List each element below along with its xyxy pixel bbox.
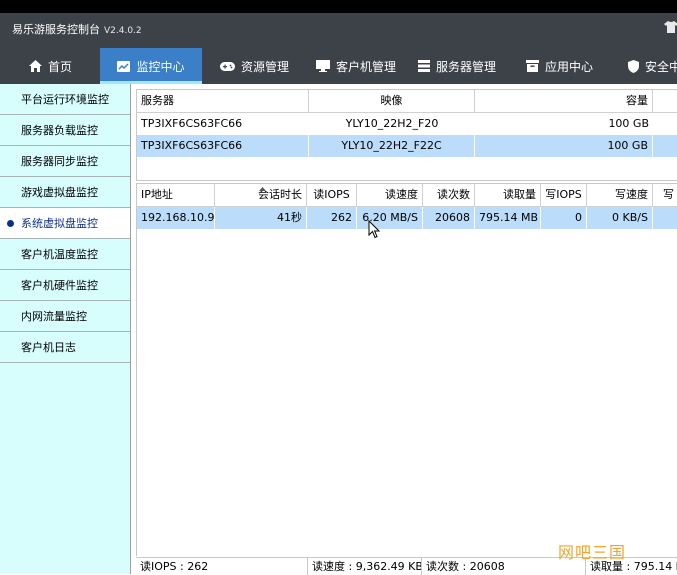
column-header-ip[interactable]: IP地址 [137,184,215,206]
nav-label: 资源管理 [241,59,290,74]
sidebar-item-game-vdisk[interactable]: 游戏虚拟盘监控 [0,177,130,208]
sidebar-item-label: 内网流量监控 [21,310,87,323]
nav-label: 安全中 [645,59,677,74]
app-name: 易乐游服务控制台 [12,23,100,36]
nav-label: 应用中心 [545,59,594,74]
image-cell: YLY10_22H2_F20 [345,117,439,130]
column-header-write-speed[interactable]: 写速度 [587,184,653,206]
app-header: 易乐游服务控制台 V2.4.0.2 首页 监控中心 资源管理 客户机管理 服务器管… [0,13,677,84]
nav-home[interactable]: 首页 [29,48,72,84]
sort-ascending-icon [259,187,266,191]
gamepad-icon [220,61,235,71]
column-header-write-iops[interactable]: 写IOPS [541,184,587,206]
shield-icon [628,59,639,73]
sidebar-item-label: 客户机日志 [21,341,76,354]
server-cell: TP3IXF6CS63FC66 [137,135,309,157]
server-cell: TP3IXF6CS63FC66 [141,117,243,130]
nav-monitor-center[interactable]: 监控中心 [100,48,202,84]
table-row[interactable]: 192.168.10.9 41秒 262 6.20 MB/S 20608 795… [137,207,677,229]
server-image-table: 服务器 映像 容量 TP3IXF6CS63FC66 YLY10_22H2_F20… [136,89,677,181]
sidebar-item-client-temperature[interactable]: 客户机温度监控 [0,239,130,270]
nav-label: 首页 [48,59,73,74]
main-nav: 首页 监控中心 资源管理 客户机管理 服务器管理 应用中心 安全中 [0,48,677,84]
home-icon [29,60,42,72]
table-row[interactable]: TP3IXF6CS63FC66 YLY10_22H2_F22C 100 GB [137,135,677,157]
nav-label: 服务器管理 [436,59,497,74]
sidebar-item-server-sync[interactable]: 服务器同步监控 [0,146,130,177]
column-header-duration[interactable]: 会话时长 [215,184,307,206]
status-read-iops: 读IOPS : 262 [136,558,308,575]
nav-app-center[interactable]: 应用中心 [526,48,593,84]
sidebar-item-label: 平台运行环境监控 [21,93,109,106]
nav-security-center[interactable]: 安全中 [628,48,677,84]
ip-cell: 192.168.10.9 [137,207,215,229]
read-speed-cell: 6.20 MB/S [357,207,423,229]
server-icon [418,60,430,72]
column-header-image[interactable]: 映像 [309,90,475,112]
table-header: 服务器 映像 容量 [137,90,677,113]
column-header-read-speed[interactable]: 读速度 [357,184,423,206]
desktop-icon [316,60,330,72]
nav-resource-management[interactable]: 资源管理 [220,48,289,84]
table-row[interactable]: TP3IXF6CS63FC66 YLY10_22H2_F20 100 GB [137,113,677,135]
sidebar-item-label: 服务器负载监控 [21,124,98,137]
sidebar-item-client-hardware[interactable]: 客户机硬件监控 [0,270,130,301]
capacity-cell: 100 GB [475,135,653,157]
sidebar-item-system-vdisk[interactable]: 系统虚拟盘监控 [0,208,130,239]
nav-client-management[interactable]: 客户机管理 [316,48,396,84]
table-header: IP地址 会话时长 读IOPS 读速度 读次数 读取量 写IOPS 写速度 写 [137,184,677,207]
session-table: IP地址 会话时长 读IOPS 读速度 读次数 读取量 写IOPS 写速度 写 … [136,183,677,556]
image-cell: YLY10_22H2_F22C [309,135,475,157]
box-icon [526,60,539,72]
sidebar-item-server-load[interactable]: 服务器负载监控 [0,115,130,146]
column-header-write-amount[interactable]: 写 [653,184,677,206]
write-amount-cell [653,207,677,229]
column-header-read-amount[interactable]: 读取量 [475,184,541,206]
column-header-read-iops[interactable]: 读IOPS [307,184,357,206]
nav-server-management[interactable]: 服务器管理 [418,48,496,84]
write-speed-cell: 0 KB/S [587,207,653,229]
column-header-capacity[interactable]: 容量 [475,90,653,112]
skin-tshirt-icon[interactable] [664,21,677,33]
mouse-cursor-icon [368,220,380,239]
read-iops-cell: 262 [307,207,357,229]
read-amount-cell: 795.14 MB [475,207,541,229]
sidebar-item-lan-traffic[interactable]: 内网流量监控 [0,301,130,332]
read-count-cell: 20608 [423,207,475,229]
write-iops-cell: 0 [541,207,587,229]
sidebar-item-platform-env[interactable]: 平台运行环境监控 [0,84,130,115]
duration-cell: 41秒 [215,207,307,229]
app-version: V2.4.0.2 [104,26,142,36]
column-header-server[interactable]: 服务器 [137,90,309,112]
monitor-chart-icon [117,60,131,72]
sidebar: 平台运行环境监控 服务器负载监控 服务器同步监控 游戏虚拟盘监控 系统虚拟盘监控… [0,84,131,574]
watermark-logo: 网吧三国 [558,543,627,562]
sidebar-item-label: 客户机温度监控 [21,248,98,261]
sidebar-item-label: 客户机硬件监控 [21,279,98,292]
nav-label: 监控中心 [136,59,185,74]
sidebar-item-label: 服务器同步监控 [21,155,98,168]
sidebar-item-label: 系统虚拟盘监控 [21,217,98,230]
column-header-read-count[interactable]: 读次数 [423,184,475,206]
capacity-cell: 100 GB [608,117,649,130]
app-title: 易乐游服务控制台 V2.4.0.2 [12,21,142,37]
active-indicator-dot [7,220,14,227]
window-title-bar [0,0,677,13]
sidebar-item-client-log[interactable]: 客户机日志 [0,332,130,363]
status-read-speed: 读速度 : 9,362.49 KB/ [308,558,422,575]
sidebar-item-label: 游戏虚拟盘监控 [21,186,98,199]
nav-label: 客户机管理 [336,59,397,74]
